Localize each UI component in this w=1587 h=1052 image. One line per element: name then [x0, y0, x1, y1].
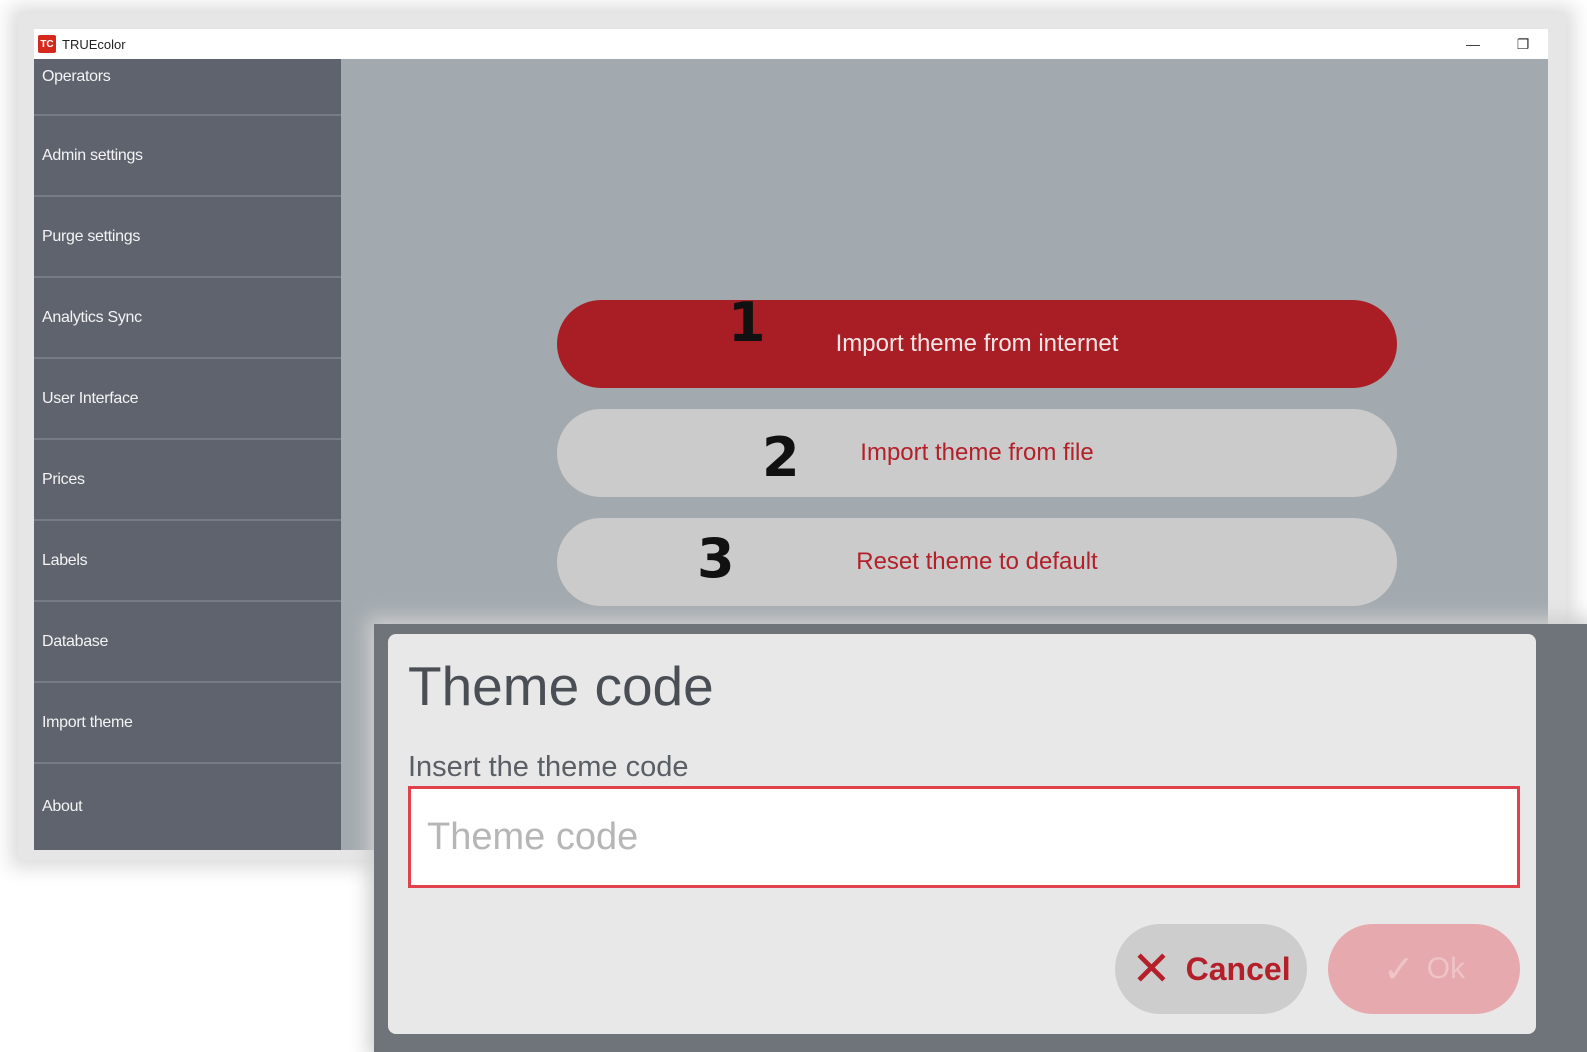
sidebar-item-label: Admin settings: [42, 146, 143, 164]
window-controls: — ❐: [1448, 29, 1548, 59]
sidebar-item-label: Purge settings: [42, 227, 141, 245]
sidebar-item-label: Database: [42, 632, 109, 650]
step-number-2: 2: [762, 426, 800, 489]
sidebar-item-user-interface[interactable]: User Interface: [34, 359, 341, 440]
sidebar-item-analytics-sync[interactable]: Analytics Sync: [34, 278, 341, 359]
theme-code-dialog: Theme code Insert the theme code ✕ Cance…: [388, 634, 1536, 1034]
ok-label: Ok: [1426, 952, 1466, 985]
sidebar: Operators Admin settings Purge settings …: [34, 59, 341, 850]
cancel-label: Cancel: [1185, 950, 1291, 987]
reset-theme-button[interactable]: Reset theme to default: [557, 518, 1397, 606]
close-icon: ✕: [1131, 943, 1172, 996]
sidebar-item-about[interactable]: About: [34, 764, 341, 850]
dialog-title: Theme code: [408, 655, 714, 717]
sidebar-item-prices[interactable]: Prices: [34, 440, 341, 521]
theme-code-input[interactable]: [408, 786, 1520, 888]
sidebar-item-purge-settings[interactable]: Purge settings: [34, 197, 341, 278]
theme-code-label: Insert the theme code: [408, 751, 689, 783]
button-label: Import theme from file: [860, 439, 1094, 466]
step-number-3: 3: [697, 527, 735, 590]
app-logo-icon: TC: [38, 35, 56, 53]
step-number-1: 1: [728, 291, 766, 354]
sidebar-item-label: Operators: [42, 68, 111, 85]
sidebar-item-label: Import theme: [42, 713, 133, 731]
sidebar-item-labels[interactable]: Labels: [34, 521, 341, 602]
sidebar-item-label: Labels: [42, 551, 88, 569]
sidebar-item-import-theme[interactable]: Import theme: [34, 683, 341, 764]
check-icon: ✓: [1382, 948, 1415, 991]
sidebar-item-admin-settings[interactable]: Admin settings: [34, 116, 341, 197]
sidebar-item-label: Analytics Sync: [42, 308, 142, 326]
button-label: Import theme from internet: [835, 330, 1119, 357]
restore-button[interactable]: ❐: [1498, 29, 1548, 59]
import-theme-internet-button[interactable]: Import theme from internet: [557, 300, 1397, 388]
title-bar: TC TRUEcolor — ❐: [34, 29, 1548, 59]
sidebar-item-label: About: [42, 798, 83, 815]
cancel-button[interactable]: ✕ Cancel: [1115, 924, 1307, 1014]
sidebar-item-label: Prices: [42, 470, 85, 488]
button-label: Reset theme to default: [856, 548, 1098, 575]
ok-button[interactable]: ✓ Ok: [1328, 924, 1520, 1014]
window-title: TRUEcolor: [62, 36, 126, 52]
sidebar-item-label: User Interface: [42, 389, 139, 407]
import-theme-file-button[interactable]: Import theme from file: [557, 409, 1397, 497]
minimize-button[interactable]: —: [1448, 29, 1498, 59]
sidebar-item-database[interactable]: Database: [34, 602, 341, 683]
sidebar-item-operators[interactable]: Operators: [34, 59, 341, 116]
